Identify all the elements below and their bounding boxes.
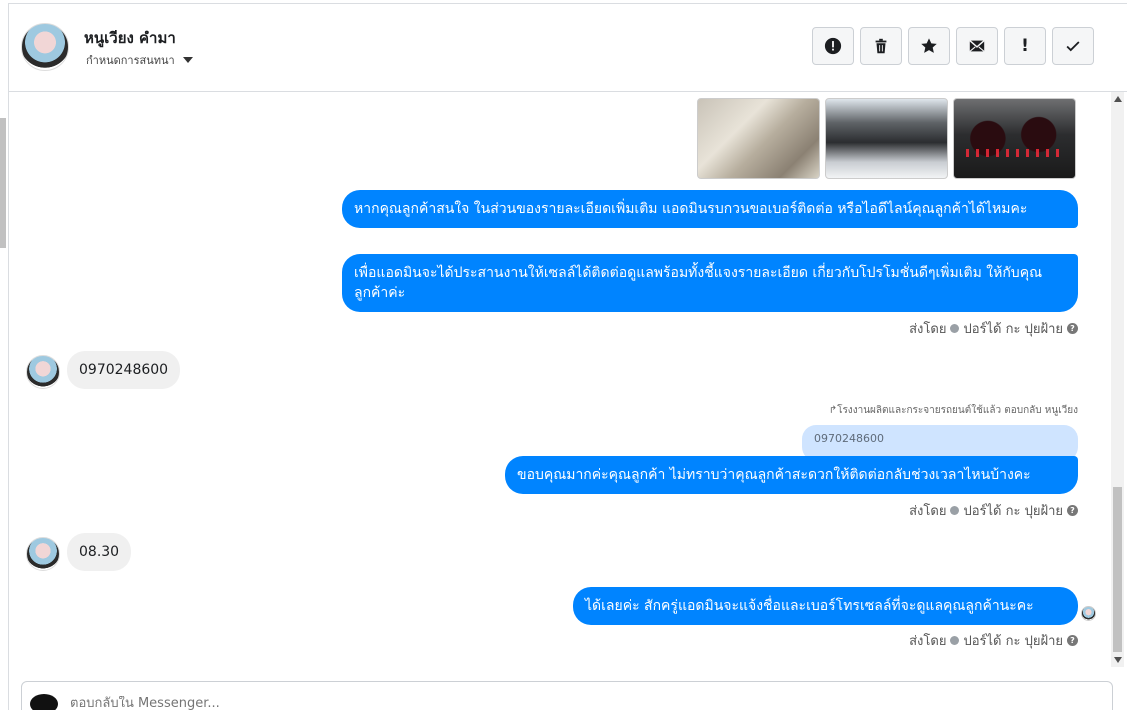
sent-by-prefix: ส่งโดย: [909, 322, 947, 337]
mail-icon: [969, 40, 985, 52]
scroll-down-arrow-icon[interactable]: [1114, 657, 1122, 663]
scroll-up-arrow-icon[interactable]: [1114, 96, 1122, 102]
mark-unread-button[interactable]: [956, 27, 998, 65]
left-scrollbar[interactable]: [0, 0, 8, 710]
outgoing-message[interactable]: เพื่อแอดมินจะได้ประสานงานให้เซลล์ได้ติดต…: [342, 254, 1078, 312]
outgoing-message[interactable]: ขอบคุณมากค่ะคุณลูกค้า ไม่ทราบว่าคุณลูกค้…: [505, 456, 1078, 494]
contact-name[interactable]: หนูเวียง คำมา: [84, 26, 176, 50]
sent-by-label: ส่งโดย ปอร์ได้ กะ ปุยฝ้าย ?: [909, 318, 1078, 339]
sent-by-label: ส่งโดย ปอร์ได้ กะ ปุยฝ้าย ?: [909, 630, 1078, 651]
important-button[interactable]: !: [1004, 27, 1046, 65]
trash-icon: [875, 38, 887, 54]
sender-name: ปอร์ได้ กะ ปุยฝ้าย: [963, 322, 1063, 337]
verified-icon: [950, 636, 960, 645]
mark-done-button[interactable]: [1052, 27, 1094, 65]
sent-by-prefix: ส่งโดย: [909, 504, 947, 519]
incoming-message[interactable]: 08.30: [67, 533, 132, 571]
car-dashboard-photo[interactable]: [953, 98, 1076, 179]
report-button[interactable]: [812, 27, 854, 65]
star-icon: [921, 38, 937, 53]
conversation-header: หนูเวียง คำมา กำหนดการสนทนา !: [8, 3, 1127, 92]
delete-button[interactable]: [860, 27, 902, 65]
reply-input[interactable]: [70, 696, 970, 710]
contact-avatar-small[interactable]: [26, 355, 60, 389]
contact-avatar[interactable]: [21, 23, 69, 71]
left-scrollbar-thumb[interactable]: [0, 118, 6, 248]
caret-down-icon: [182, 57, 193, 63]
car-interior-photo[interactable]: [697, 98, 820, 179]
seen-indicator-avatar: [1081, 606, 1096, 621]
reply-composer: [21, 681, 1113, 710]
sender-name: ปอร์ได้ กะ ปุยฝ้าย: [963, 634, 1063, 649]
exclamation-icon: !: [1021, 36, 1029, 56]
sent-by-label: ส่งโดย ปอร์ได้ กะ ปุยฝ้าย ?: [909, 500, 1078, 521]
page-avatar: [30, 694, 58, 710]
reply-context: ↱โรงงานผลิตและกระจายรถยนต์ใช้แล้ว ตอบกลั…: [828, 405, 1078, 416]
action-toolbar: !: [812, 27, 1094, 65]
message-thread[interactable]: หากคุณลูกค้าสนใจ ในส่วนของรายละเอียดเพิ่…: [8, 92, 1111, 667]
schedule-label: กำหนดการสนทนา: [86, 54, 175, 67]
scrollbar-thumb[interactable]: [1113, 487, 1122, 652]
alert-circle-icon: [824, 37, 842, 55]
sent-by-prefix: ส่งโดย: [909, 634, 947, 649]
help-icon[interactable]: ?: [1067, 505, 1078, 516]
help-icon[interactable]: ?: [1067, 323, 1078, 334]
verified-icon: [950, 324, 960, 333]
star-button[interactable]: [908, 27, 950, 65]
verified-icon: [950, 506, 960, 515]
car-engine-photo[interactable]: [825, 98, 948, 179]
thread-scrollbar[interactable]: [1111, 92, 1124, 667]
sender-name: ปอร์ได้ กะ ปุยฝ้าย: [963, 504, 1063, 519]
help-icon[interactable]: ?: [1067, 635, 1078, 646]
incoming-message[interactable]: 0970248600: [67, 351, 181, 389]
outgoing-message[interactable]: ได้เลยค่ะ สักครู่แอดมินจะแจ้งชื่อและเบอร…: [573, 587, 1078, 625]
outgoing-message[interactable]: หากคุณลูกค้าสนใจ ในส่วนของรายละเอียดเพิ่…: [342, 190, 1078, 228]
checkmark-icon: [1066, 41, 1080, 52]
contact-avatar-small[interactable]: [26, 537, 60, 571]
conversation-schedule-menu[interactable]: กำหนดการสนทนา: [86, 51, 193, 69]
